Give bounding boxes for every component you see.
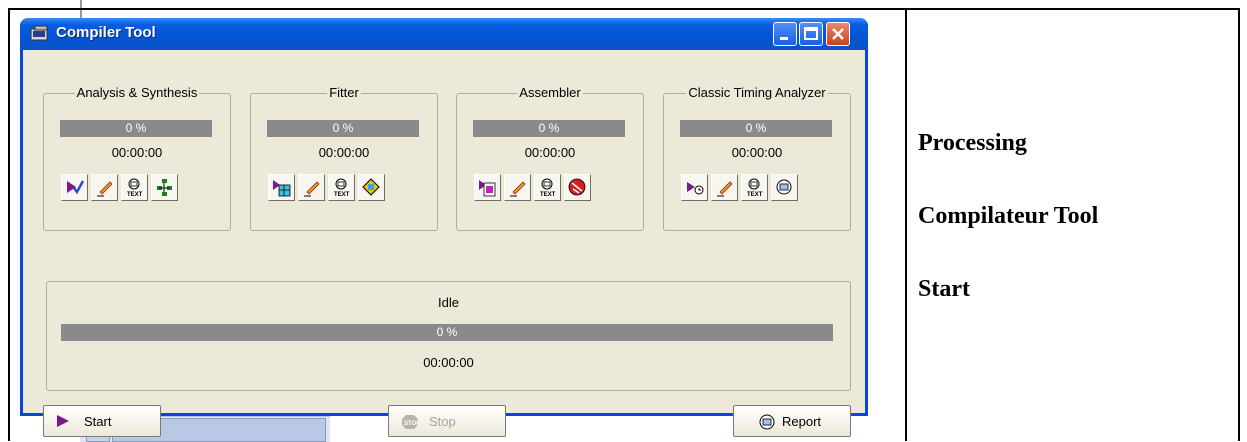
report-icon: [776, 179, 792, 195]
start-timing-icon: [687, 182, 704, 195]
svg-text:TEXT: TEXT: [747, 192, 763, 198]
netlist-viewer-button[interactable]: [151, 174, 178, 201]
analysis-settings-button[interactable]: [91, 174, 118, 201]
programmer-button[interactable]: [564, 174, 591, 201]
stage-label: Analysis & Synthesis: [74, 85, 200, 100]
stage-analysis-synthesis: Analysis & Synthesis 0 % 00:00:00 TEXT: [43, 85, 231, 231]
doc-text-start: Start: [918, 276, 970, 302]
edit-settings-icon: [97, 181, 113, 197]
assembler-report-button[interactable]: TEXT: [534, 174, 561, 201]
floorplan-button[interactable]: [358, 174, 385, 201]
analysis-report-button[interactable]: TEXT: [121, 174, 148, 201]
table-border-left: [8, 8, 10, 441]
start-fitter-button[interactable]: [268, 174, 295, 201]
text-report-icon: TEXT: [747, 178, 763, 198]
timing-settings-button[interactable]: [711, 174, 738, 201]
close-button[interactable]: [826, 22, 850, 46]
report-button-label: Report: [782, 414, 822, 429]
stage-elapsed-time: 00:00:00: [111, 145, 163, 160]
text-report-icon: TEXT: [540, 178, 556, 198]
overall-progress-bar: 0 %: [61, 324, 833, 341]
play-icon: [56, 414, 70, 431]
stop-icon: STOP: [401, 414, 420, 433]
text-report-icon: TEXT: [127, 178, 143, 198]
timing-report-button[interactable]: [771, 174, 798, 201]
table-border-top: [8, 8, 1240, 10]
stage-elapsed-time: 00:00:00: [731, 145, 783, 160]
maximize-icon: [804, 27, 818, 40]
table-border-right: [1238, 8, 1240, 441]
start-button[interactable]: Start: [43, 405, 161, 437]
maximize-button[interactable]: [799, 22, 823, 46]
title-bar[interactable]: Compiler Tool: [20, 18, 868, 50]
doc-text-compilateur-tool: Compilateur Tool: [918, 203, 1099, 229]
start-button-label: Start: [84, 414, 112, 429]
edit-settings-icon: [304, 181, 320, 197]
fitter-settings-button[interactable]: [298, 174, 325, 201]
start-fitter-icon: [273, 180, 291, 197]
window-title: Compiler Tool: [56, 24, 156, 41]
stage-assembler: Assembler 0 % 00:00:00 TEXT: [456, 85, 644, 231]
svg-text:STOP: STOP: [404, 421, 419, 427]
stage-progress-bar: 0 %: [267, 120, 419, 137]
overall-status: Idle: [438, 295, 459, 310]
report-button[interactable]: Report: [733, 405, 851, 437]
text-report-icon: TEXT: [334, 178, 350, 198]
svg-text:TEXT: TEXT: [127, 192, 143, 198]
stop-button[interactable]: STOP Stop: [388, 405, 506, 437]
minimize-button[interactable]: [773, 22, 797, 46]
edit-settings-icon: [717, 181, 733, 197]
stage-elapsed-time: 00:00:00: [318, 145, 370, 160]
overall-progress-panel: Idle 0 % 00:00:00: [46, 281, 851, 391]
stage-label: Fitter: [327, 85, 361, 100]
stop-button-label: Stop: [429, 414, 456, 429]
overall-elapsed-time: 00:00:00: [423, 355, 474, 370]
table-border-middle: [905, 8, 907, 441]
stage-progress-bar: 0 %: [680, 120, 832, 137]
svg-text:TEXT: TEXT: [334, 192, 350, 198]
stage-progress-bar: 0 %: [60, 120, 212, 137]
minimize-icon: [780, 37, 788, 40]
start-analysis-icon: [67, 180, 85, 195]
window-client-area: Analysis & Synthesis 0 % 00:00:00 TEXT F…: [23, 50, 865, 437]
stage-classic-timing-analyzer: Classic Timing Analyzer 0 % 00:00:00 TEX…: [663, 85, 851, 231]
floorplan-icon: [362, 178, 380, 196]
start-assembler-button[interactable]: [474, 174, 501, 201]
report-icon: [758, 414, 776, 433]
compiler-tool-window: Compiler Tool Analysis & Synthesis 0 % 0…: [20, 18, 868, 437]
timing-text-report-button[interactable]: TEXT: [741, 174, 768, 201]
fitter-report-button[interactable]: TEXT: [328, 174, 355, 201]
doc-text-processing: Processing: [918, 130, 1027, 156]
start-analysis-button[interactable]: [61, 174, 88, 201]
compiler-app-icon: [30, 25, 50, 43]
stage-elapsed-time: 00:00:00: [524, 145, 576, 160]
stage-progress-bar: 0 %: [473, 120, 625, 137]
stage-fitter: Fitter 0 % 00:00:00 TEXT: [250, 85, 438, 231]
start-timing-button[interactable]: [681, 174, 708, 201]
start-assembler-icon: [479, 180, 496, 197]
edit-settings-icon: [510, 181, 526, 197]
close-icon: [832, 28, 844, 40]
stage-label: Classic Timing Analyzer: [686, 85, 828, 100]
programmer-icon: [568, 178, 586, 196]
stage-label: Assembler: [517, 85, 583, 100]
assembler-settings-button[interactable]: [504, 174, 531, 201]
netlist-viewer-icon: [157, 179, 172, 196]
svg-text:TEXT: TEXT: [540, 192, 556, 198]
